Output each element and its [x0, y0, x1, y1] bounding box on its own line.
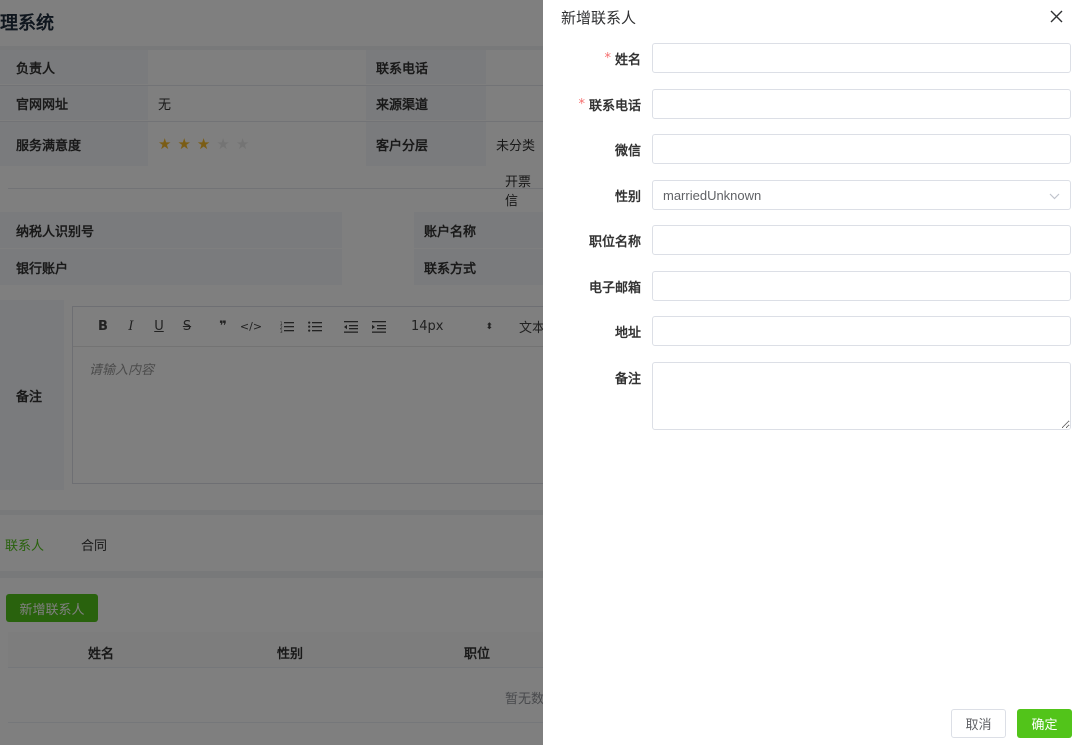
- chevron-down-icon: [1049, 188, 1060, 203]
- gender-select[interactable]: marriedUnknown: [652, 180, 1071, 210]
- address-input[interactable]: [652, 316, 1071, 346]
- name-label: * 姓名: [604, 43, 641, 73]
- form-row-email: 电子邮箱: [543, 271, 1080, 301]
- position-label: 职位名称: [588, 234, 641, 250]
- drawer-title: 新增联系人: [561, 9, 637, 27]
- remark-textarea[interactable]: [652, 362, 1071, 430]
- wechat-input[interactable]: [652, 134, 1071, 164]
- email-label: 电子邮箱: [588, 280, 641, 296]
- confirm-button[interactable]: 确定: [1017, 709, 1072, 738]
- email-input[interactable]: [652, 271, 1071, 301]
- gender-label: 性别: [614, 189, 641, 205]
- gender-select-value: marriedUnknown: [663, 187, 762, 203]
- form-row-name: * 姓名: [543, 43, 1080, 73]
- cancel-button[interactable]: 取消: [951, 709, 1006, 738]
- form-row-address: 地址: [543, 316, 1080, 346]
- phone-input[interactable]: [652, 89, 1071, 119]
- form-row-wechat: 微信: [543, 134, 1080, 164]
- form-row-phone: * 联系电话: [543, 89, 1080, 119]
- name-input[interactable]: [652, 43, 1071, 73]
- address-label: 地址: [614, 325, 641, 341]
- close-icon[interactable]: [1046, 6, 1066, 26]
- phone-label-text: 联系电话: [588, 98, 641, 114]
- wechat-label: 微信: [614, 143, 641, 159]
- remark-label: 备注: [614, 371, 641, 387]
- form-row-position: 职位名称: [543, 225, 1080, 255]
- form-row-gender: 性别 marriedUnknown: [543, 180, 1080, 210]
- form-row-remark: 备注: [543, 362, 1080, 430]
- required-mark: *: [604, 50, 611, 66]
- phone-label: * 联系电话: [578, 89, 641, 119]
- name-label-text: 姓名: [614, 52, 641, 68]
- add-contact-drawer: 新增联系人 * 姓名 * 联系电话 微信 性别 marriedUnknown 职位名…: [543, 0, 1080, 745]
- required-mark: *: [578, 96, 585, 112]
- position-input[interactable]: [652, 225, 1071, 255]
